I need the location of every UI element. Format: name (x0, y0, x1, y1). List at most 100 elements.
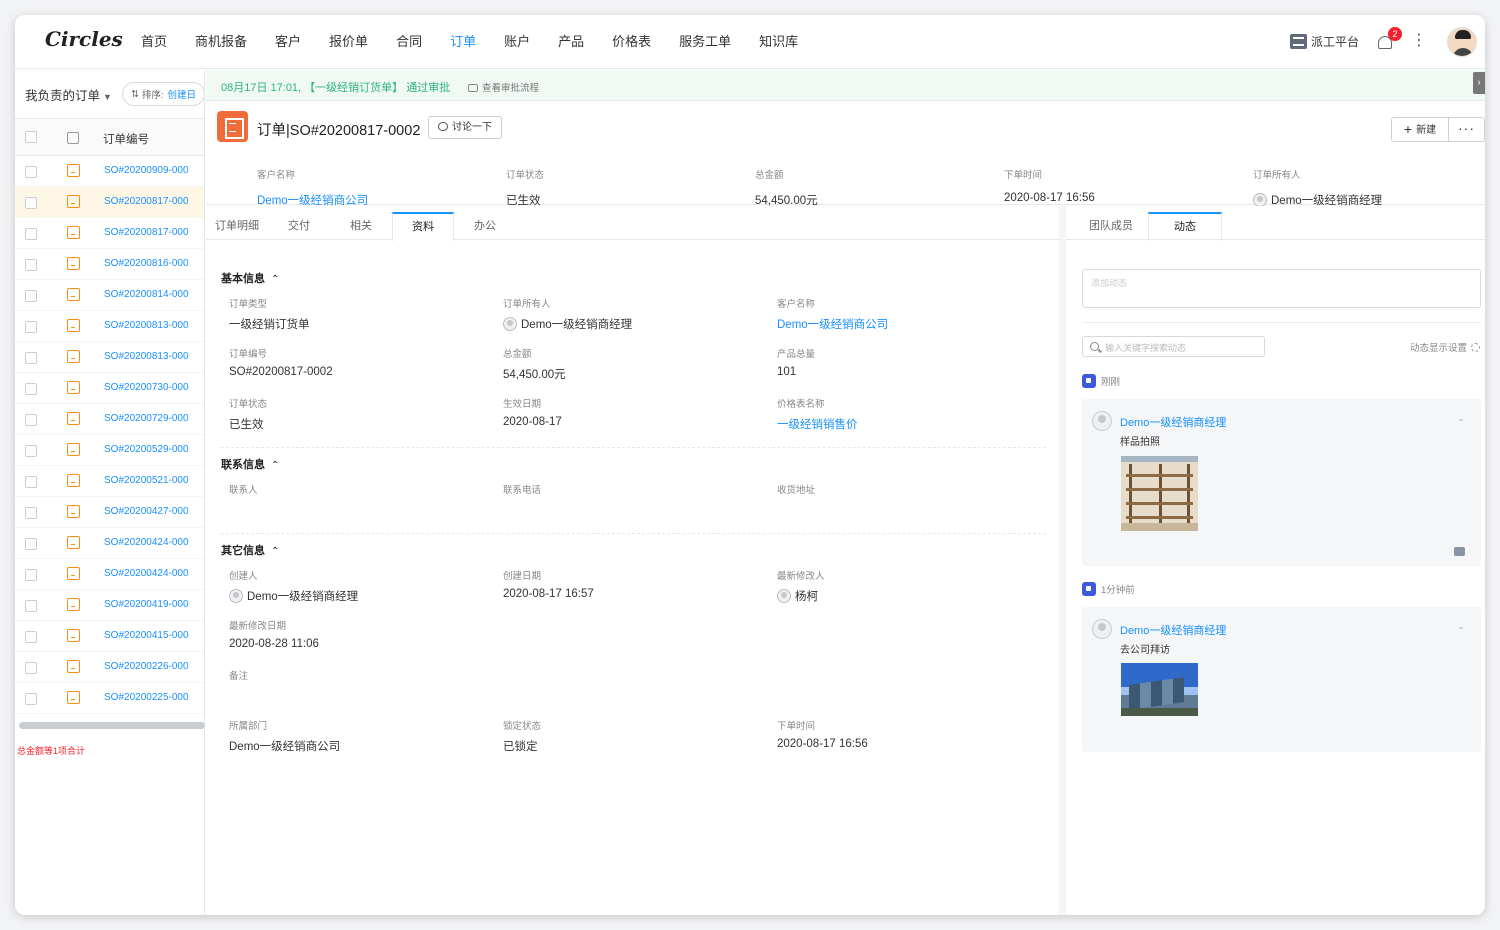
order-number-link[interactable]: SO#20200730-000 (104, 382, 190, 393)
row-checkbox[interactable] (25, 631, 37, 643)
list-view-selector[interactable]: 我负责的订单 ▼ (25, 85, 112, 104)
table-row[interactable]: SO#20200813-000 (15, 311, 204, 342)
row-checkbox[interactable] (25, 662, 37, 674)
section-contact-info[interactable]: 联系信息 ⌃ (221, 456, 279, 472)
tab-0[interactable]: 订单明细 (206, 212, 268, 239)
nav-item[interactable]: 账户 (490, 15, 544, 69)
app-logo[interactable]: Circles (45, 27, 123, 51)
row-checkbox[interactable] (25, 259, 37, 271)
collapse-panel-button[interactable]: › (1473, 72, 1485, 94)
table-row[interactable]: SO#20200415-000 (15, 621, 204, 652)
nav-item[interactable]: 首页 (127, 15, 181, 69)
nav-item[interactable]: 订单 (436, 15, 490, 69)
comment-icon[interactable] (1454, 547, 1465, 556)
field-modifier[interactable]: 杨柯 (777, 588, 818, 604)
row-checkbox[interactable] (25, 600, 37, 612)
field-creator[interactable]: Demo一级经销商经理 (229, 588, 358, 604)
horizontal-scrollbar[interactable] (19, 722, 205, 729)
table-row[interactable]: SO#20200226-000 (15, 652, 204, 683)
field-price-list-link[interactable]: 一级经销销售价 (777, 416, 858, 432)
view-approval-flow-link[interactable]: 查看审批流程 (468, 80, 539, 94)
order-number-link[interactable]: SO#20200424-000 (104, 537, 190, 548)
table-row[interactable]: SO#20200225-000 (15, 683, 204, 714)
row-checkbox[interactable] (25, 197, 37, 209)
section-basic-info[interactable]: 基本信息 ⌃ (221, 270, 279, 286)
chevron-down-icon[interactable]: ⌄ (1457, 621, 1465, 632)
row-checkbox[interactable] (25, 445, 37, 457)
row-checkbox[interactable] (25, 383, 37, 395)
chevron-down-icon[interactable]: ⌄ (1457, 413, 1465, 424)
more-actions-button[interactable]: ··· (1449, 117, 1485, 142)
order-number-link[interactable]: SO#20200427-000 (104, 506, 190, 517)
feed-author-link[interactable]: Demo一级经销商经理 (1120, 622, 1226, 638)
nav-item[interactable]: 知识库 (745, 15, 812, 69)
order-number-link[interactable]: SO#20200817-000 (104, 227, 190, 238)
table-row[interactable]: SO#20200521-000 (15, 466, 204, 497)
select-all-checkbox[interactable] (25, 131, 37, 143)
nav-item[interactable]: 客户 (261, 15, 315, 69)
user-avatar[interactable] (1447, 27, 1477, 57)
nav-item[interactable]: 服务工单 (665, 15, 745, 69)
table-row[interactable]: SO#20200817-000 (15, 187, 204, 218)
row-checkbox[interactable] (25, 290, 37, 302)
field-owner[interactable]: Demo一级经销商经理 (503, 316, 632, 332)
column-order-number[interactable]: 订单编号 (103, 131, 149, 147)
feed-photo-building[interactable] (1121, 663, 1198, 716)
row-checkbox[interactable] (25, 693, 37, 705)
order-number-link[interactable]: SO#20200226-000 (104, 661, 190, 672)
nav-item[interactable]: 价格表 (598, 15, 665, 69)
new-record-button[interactable]: + 新建 (1391, 117, 1449, 142)
notification-button[interactable]: 2 (1375, 27, 1402, 53)
table-row[interactable]: SO#20200816-000 (15, 249, 204, 280)
order-number-link[interactable]: SO#20200814-000 (104, 289, 190, 300)
table-row[interactable]: SO#20200729-000 (15, 404, 204, 435)
row-checkbox[interactable] (25, 414, 37, 426)
nav-item[interactable]: 商机报备 (181, 15, 261, 69)
activity-tab-0[interactable]: 团队成员 (1074, 212, 1148, 239)
table-row[interactable]: SO#20200730-000 (15, 373, 204, 404)
order-number-link[interactable]: SO#20200813-000 (104, 320, 190, 331)
table-row[interactable]: SO#20200817-000 (15, 218, 204, 249)
table-row[interactable]: SO#20200814-000 (15, 280, 204, 311)
dispatch-platform-button[interactable]: 派工平台 (1289, 33, 1359, 50)
more-menu-icon[interactable]: ⋮ (1411, 33, 1427, 49)
feed-author-link[interactable]: Demo一级经销商经理 (1120, 414, 1226, 430)
order-number-link[interactable]: SO#20200909-000 (104, 165, 190, 176)
order-number-link[interactable]: SO#20200521-000 (104, 475, 190, 486)
discuss-button[interactable]: 讨论一下 (428, 116, 502, 139)
row-checkbox[interactable] (25, 538, 37, 550)
order-number-link[interactable]: SO#20200424-000 (104, 568, 190, 579)
table-row[interactable]: SO#20200427-000 (15, 497, 204, 528)
section-other-info[interactable]: 其它信息 ⌃ (221, 542, 279, 558)
row-checkbox[interactable] (25, 321, 37, 333)
row-checkbox[interactable] (25, 476, 37, 488)
order-number-link[interactable]: SO#20200419-000 (104, 599, 190, 610)
tab-4[interactable]: 办公 (454, 212, 516, 239)
order-number-link[interactable]: SO#20200415-000 (104, 630, 190, 641)
order-number-link[interactable]: SO#20200817-000 (104, 196, 190, 207)
tab-2[interactable]: 相关 (330, 212, 392, 239)
row-checkbox[interactable] (25, 507, 37, 519)
order-number-link[interactable]: SO#20200816-000 (104, 258, 190, 269)
tab-3[interactable]: 资料 (392, 212, 454, 241)
table-row[interactable]: SO#20200813-000 (15, 342, 204, 373)
row-checkbox[interactable] (25, 166, 37, 178)
nav-item[interactable]: 产品 (544, 15, 598, 69)
table-row[interactable]: SO#20200424-000 (15, 528, 204, 559)
add-activity-input[interactable]: 添加动态 (1082, 269, 1481, 308)
activity-search-input[interactable]: 输入关键字搜索动态 (1082, 336, 1265, 357)
tab-1[interactable]: 交付 (268, 212, 330, 239)
row-checkbox[interactable] (25, 352, 37, 364)
table-row[interactable]: SO#20200909-000 (15, 156, 204, 187)
activity-tab-1[interactable]: 动态 (1148, 212, 1222, 241)
table-row[interactable]: SO#20200424-000 (15, 559, 204, 590)
order-number-link[interactable]: SO#20200813-000 (104, 351, 190, 362)
table-row[interactable]: SO#20200419-000 (15, 590, 204, 621)
row-checkbox[interactable] (25, 228, 37, 240)
field-customer-link[interactable]: Demo一级经销商公司 (777, 316, 888, 332)
column-settings-icon[interactable] (67, 132, 79, 144)
row-checkbox[interactable] (25, 569, 37, 581)
nav-item[interactable]: 报价单 (315, 15, 382, 69)
order-number-link[interactable]: SO#20200529-000 (104, 444, 190, 455)
table-row[interactable]: SO#20200529-000 (15, 435, 204, 466)
